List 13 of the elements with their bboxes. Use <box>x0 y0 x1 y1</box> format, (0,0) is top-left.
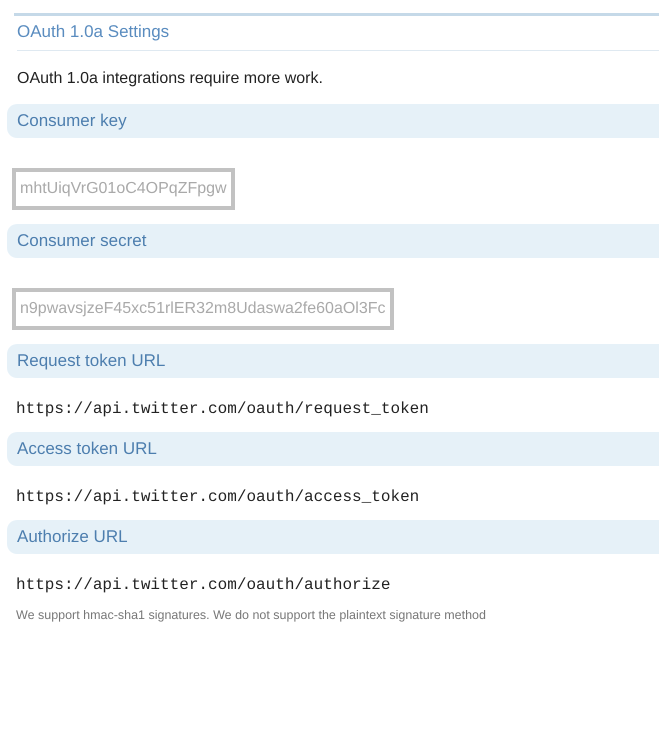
field-label: Access token URL <box>7 432 659 466</box>
note-text: We support hmac-sha1 signatures. We do not support the plaintext signature method <box>16 608 487 622</box>
description-text: OAuth 1.0a integrations require more work. <box>17 70 324 88</box>
field-label: Request token URL <box>7 344 659 378</box>
input-field[interactable]: n9pwavsjzeF45xc51rlER32m8Udaswa2fe60aOl3Fc <box>12 288 394 330</box>
field-label: Consumer secret <box>7 224 659 258</box>
input-field[interactable]: mhtUiqVrG01oC4OPqZFpgw <box>12 168 235 210</box>
url-text: https://api.twitter.com/oauth/access_token <box>16 488 420 506</box>
url-text: https://api.twitter.com/oauth/authorize <box>16 576 392 594</box>
url-text: https://api.twitter.com/oauth/request_token <box>16 400 430 418</box>
field-label: Consumer key <box>7 104 659 138</box>
section-title: OAuth 1.0a Settings <box>17 16 659 51</box>
field-label: Authorize URL <box>7 520 659 554</box>
